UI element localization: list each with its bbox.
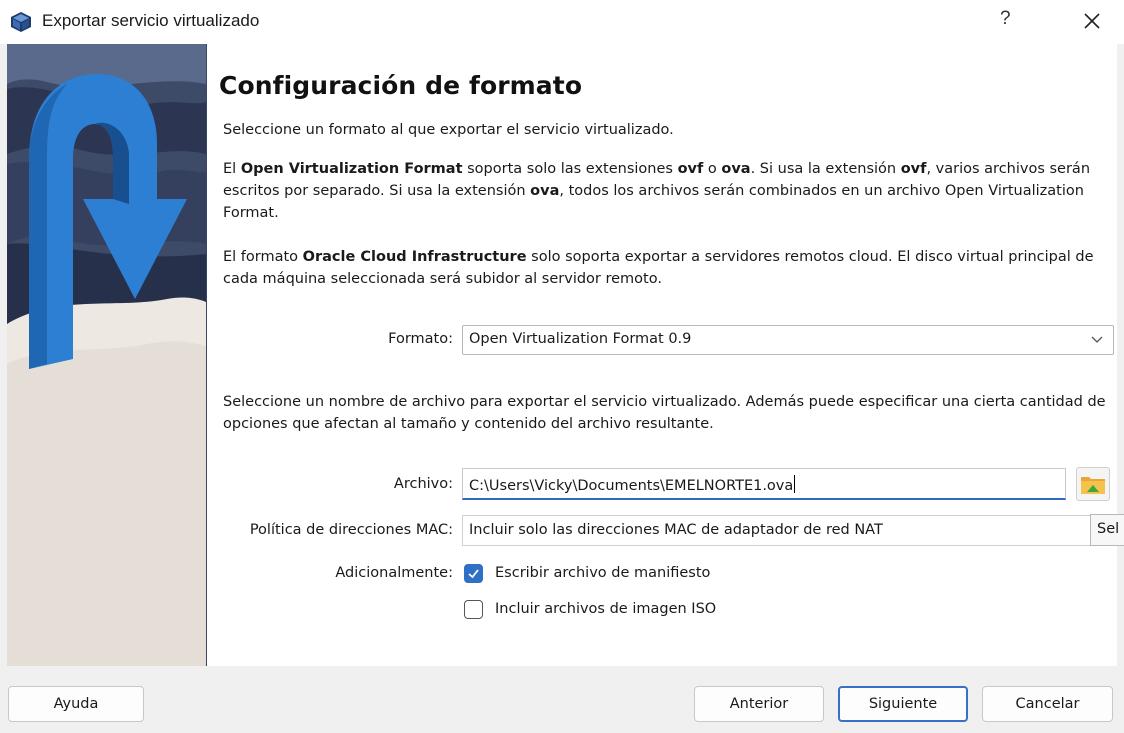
chevron-down-icon bbox=[1091, 336, 1103, 343]
format-select[interactable]: Open Virtualization Format 0.9 bbox=[462, 325, 1114, 355]
iso-checkbox[interactable] bbox=[464, 600, 483, 619]
format-select-value: Open Virtualization Format 0.9 bbox=[469, 331, 692, 347]
cancel-button[interactable]: Cancelar bbox=[982, 686, 1113, 722]
browse-folder-button[interactable] bbox=[1076, 467, 1110, 501]
iso-checkbox-label[interactable]: Incluir archivos de imagen ISO bbox=[495, 601, 716, 617]
help-button[interactable]: Ayuda bbox=[8, 686, 144, 722]
additional-label: Adicionalmente: bbox=[335, 565, 453, 581]
mac-policy-label: Política de direcciones MAC: bbox=[249, 522, 453, 538]
intro-text: Seleccione un formato al que exportar el… bbox=[223, 122, 674, 138]
mac-policy-select[interactable]: Incluir solo las direcciones MAC de adap… bbox=[462, 515, 1092, 546]
mac-policy-value: Incluir solo las direcciones MAC de adap… bbox=[469, 522, 883, 538]
page-title: Configuración de formato bbox=[219, 71, 583, 100]
back-button[interactable]: Anterior bbox=[694, 686, 824, 722]
manifest-checkbox-label[interactable]: Escribir archivo de manifiesto bbox=[495, 565, 710, 581]
manifest-checkbox[interactable] bbox=[464, 564, 483, 583]
banner-separator bbox=[206, 44, 207, 666]
file-description: Seleccione un nombre de archivo para exp… bbox=[223, 394, 1106, 432]
file-path-value: C:\Users\Vicky\Documents\EMELNORTE1.ova bbox=[469, 478, 794, 494]
file-label: Archivo: bbox=[393, 476, 453, 492]
oci-description: El formato Oracle Cloud Infrastructure s… bbox=[223, 249, 1094, 287]
next-button[interactable]: Siguiente bbox=[838, 686, 968, 722]
window-title: Exportar servicio virtualizado bbox=[42, 11, 260, 30]
help-title-button[interactable]: ? bbox=[1000, 8, 1011, 30]
folder-icon bbox=[1081, 477, 1105, 494]
checkmark-icon bbox=[468, 569, 479, 579]
file-path-input[interactable]: C:\Users\Vicky\Documents\EMELNORTE1.ova bbox=[462, 468, 1066, 500]
ovf-description: El Open Virtualization Format soporta so… bbox=[223, 161, 1091, 221]
virtualbox-cube-icon bbox=[11, 12, 31, 32]
title-bar: Exportar servicio virtualizado ? bbox=[0, 0, 1124, 44]
format-label: Formato: bbox=[388, 331, 453, 347]
tooltip-fragment: Sel bbox=[1090, 514, 1124, 546]
wizard-banner-image bbox=[7, 44, 206, 666]
close-icon[interactable] bbox=[1077, 6, 1107, 36]
text-cursor bbox=[794, 475, 796, 493]
